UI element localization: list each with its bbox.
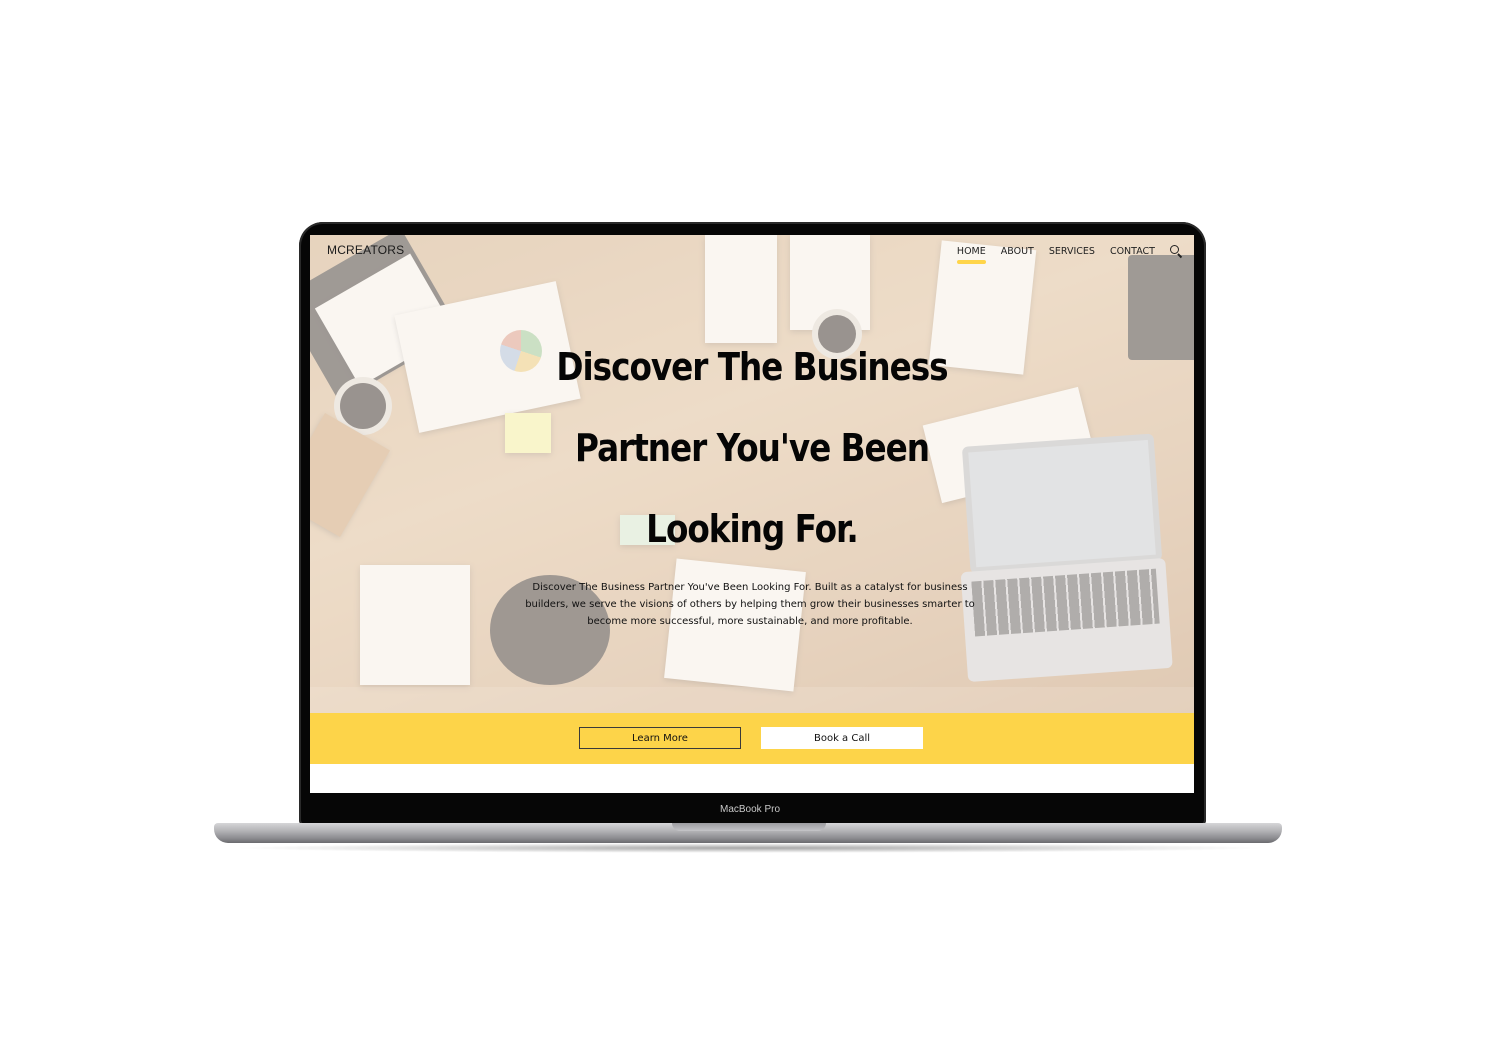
- laptop-shadow: [230, 843, 1270, 853]
- hero-headline: Discover The Business Partner You've Bee…: [537, 327, 967, 570]
- hero-headline-line-3: Looking For.: [646, 507, 859, 551]
- learn-more-button[interactable]: Learn More: [579, 727, 741, 749]
- site-logo[interactable]: MCREATORS: [327, 243, 404, 257]
- hero-description: Discover The Business Partner You've Bee…: [525, 582, 975, 627]
- nav-contact[interactable]: CONTACT: [1110, 246, 1155, 257]
- nav-services[interactable]: SERVICES: [1049, 246, 1095, 257]
- hero-headline-line-2: Partner You've Been: [575, 426, 930, 470]
- main-nav: HOME ABOUT SERVICES CONTACT: [942, 245, 1182, 264]
- cta-band: Learn More Book a Call: [310, 713, 1194, 764]
- laptop-screen: MCREATORS HOME ABOUT SERVICES CONTACT Di…: [310, 235, 1194, 793]
- hero-headline-line-1: Discover The Business: [556, 345, 948, 389]
- hero-background: MCREATORS HOME ABOUT SERVICES CONTACT Di…: [310, 235, 1194, 713]
- device-label: MacBook Pro: [719, 804, 781, 815]
- book-call-button[interactable]: Book a Call: [761, 727, 923, 749]
- hero-overlay-lower: [310, 687, 1194, 713]
- search-icon[interactable]: [1170, 245, 1182, 257]
- nav-home[interactable]: HOME: [956, 246, 986, 264]
- nav-about[interactable]: ABOUT: [1001, 246, 1034, 257]
- laptop-base-notch: [672, 823, 826, 831]
